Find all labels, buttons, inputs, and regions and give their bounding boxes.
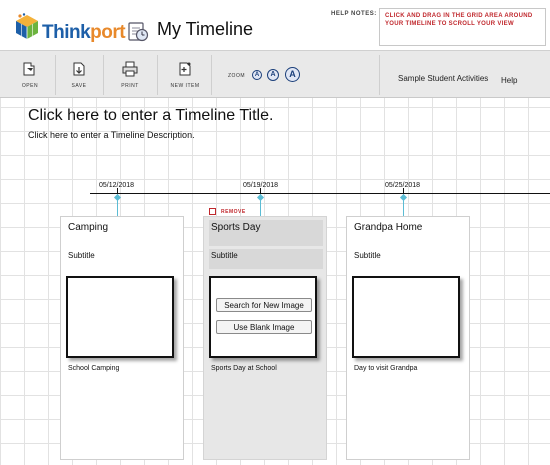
card-caption[interactable]: Sports Day at School [211, 365, 277, 372]
timeline-card-sports-day[interactable]: Sports Day Subtitle Search for New Image… [203, 216, 327, 460]
open-label: OPEN [21, 83, 39, 89]
thinkport-logo: Thinkport [14, 10, 126, 44]
app-header: Thinkport My Timeline HELP NOTES: CLICK … [0, 0, 550, 50]
remove-label: REMOVE [221, 209, 246, 215]
search-image-button[interactable]: Search for New Image [216, 298, 312, 312]
open-button[interactable]: OPEN [9, 53, 51, 95]
save-icon [73, 62, 85, 76]
print-label: PRINT [121, 83, 139, 89]
toolbar-divider [379, 55, 380, 95]
timeline-date: 05/19/2018 [243, 182, 279, 189]
printer-icon [122, 61, 138, 77]
zoom-small-button[interactable]: A [252, 70, 262, 80]
blank-image-button[interactable]: Use Blank Image [216, 320, 312, 334]
card-subtitle[interactable]: Subtitle [211, 251, 238, 260]
new-item-label: NEW ITEM [170, 83, 200, 89]
new-item-icon [179, 62, 191, 76]
timeline-description[interactable]: Click here to enter a Timeline Descripti… [28, 130, 195, 140]
open-icon [23, 62, 35, 76]
card-title[interactable]: Sports Day [211, 222, 260, 233]
print-button[interactable]: PRINT [109, 53, 151, 95]
brand-port: port [90, 22, 126, 43]
card-title[interactable]: Grandpa Home [354, 222, 422, 233]
timeline-axis [90, 193, 550, 194]
zoom-medium-button[interactable]: A [267, 69, 279, 81]
card-caption[interactable]: School Camping [68, 365, 119, 372]
zoom-large-button[interactable]: A [285, 67, 300, 82]
cube-logo-icon [16, 13, 38, 39]
card-image-frame[interactable] [66, 276, 174, 358]
card-title[interactable]: Camping [68, 222, 108, 233]
brand-wordmark: Thinkport [42, 22, 126, 44]
card-image-frame[interactable]: Search for New Image Use Blank Image [209, 276, 317, 358]
card-subtitle[interactable]: Subtitle [354, 251, 381, 260]
help-notes-text: CLICK AND DRAG IN THE GRID AREA AROUND Y… [379, 8, 546, 46]
timeline-title[interactable]: Click here to enter a Timeline Title. [28, 107, 273, 125]
timeline-card-camping[interactable]: Camping Subtitle School Camping [60, 216, 184, 460]
help-notes-label: HELP NOTES: [331, 11, 377, 17]
timeline-card-grandpa-home[interactable]: Grandpa Home Subtitle Day to visit Grand… [346, 216, 470, 460]
card-image-frame[interactable] [352, 276, 460, 358]
toolbar-divider [157, 55, 158, 95]
toolbar-divider [211, 55, 212, 95]
toolbar-divider [103, 55, 104, 95]
remove-icon [209, 208, 216, 215]
timeline-date: 05/12/2018 [99, 182, 135, 189]
save-button[interactable]: SAVE [58, 53, 100, 95]
zoom-label: ZOOM [228, 73, 245, 79]
new-item-button[interactable]: NEW ITEM [163, 53, 207, 95]
sample-activities-link[interactable]: Sample Student Activities [398, 74, 488, 83]
app-title: My Timeline [157, 19, 254, 39]
card-caption[interactable]: Day to visit Grandpa [354, 365, 417, 372]
help-link[interactable]: Help [501, 76, 517, 85]
card-subtitle[interactable]: Subtitle [68, 251, 95, 260]
timeline-date: 05/25/2018 [385, 182, 421, 189]
brand-think: Think [42, 22, 91, 43]
save-label: SAVE [71, 83, 87, 89]
toolbar-divider [55, 55, 56, 95]
timeline-clock-icon [128, 22, 149, 42]
